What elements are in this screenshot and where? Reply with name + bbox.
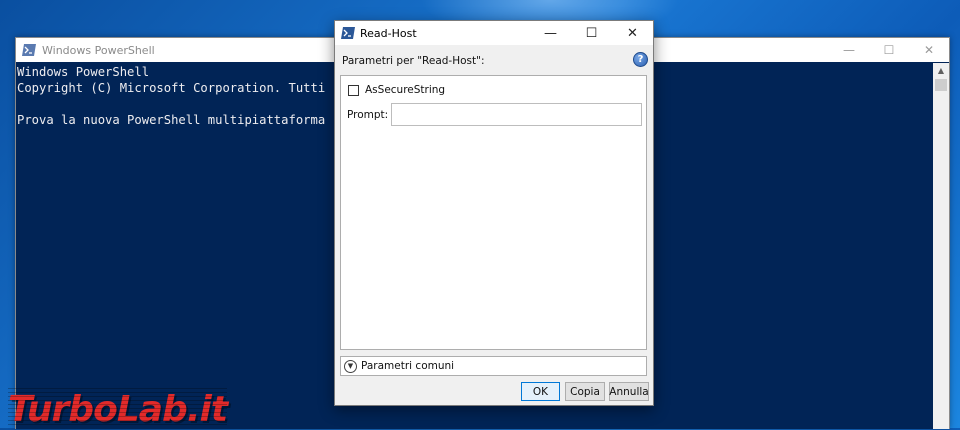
minimize-button[interactable]: — (829, 38, 869, 62)
prompt-label: Prompt: (347, 109, 389, 121)
dialog-titlebar[interactable]: Read-Host — ☐ ✕ (335, 21, 653, 45)
close-button[interactable]: ✕ (612, 21, 653, 45)
params-panel: AsSecureString Prompt: (340, 75, 647, 350)
maximize-button[interactable]: ☐ (869, 38, 909, 62)
help-icon[interactable]: ? (633, 52, 648, 67)
maximize-button[interactable]: ☐ (571, 21, 612, 45)
close-button[interactable]: ✕ (909, 38, 949, 62)
turbolab-logo: Turbo Lab.it (8, 388, 228, 430)
prompt-input[interactable] (391, 103, 642, 126)
common-params-expander[interactable]: ▼ Parametri comuni (340, 356, 647, 376)
read-host-dialog: Read-Host — ☐ ✕ Parametri per "Read-Host… (334, 20, 654, 406)
logo-text-part2: Lab.it (116, 389, 228, 430)
cancel-button[interactable]: Annulla (609, 382, 649, 401)
logo-text-part1: Turbo (8, 389, 118, 430)
copy-button[interactable]: Copia (565, 382, 605, 401)
powershell-icon (341, 27, 355, 39)
powershell-window-controls: — ☐ ✕ (829, 38, 949, 62)
common-params-label[interactable]: Parametri comuni (361, 360, 454, 372)
scrollbar-thumb[interactable] (935, 79, 947, 91)
scroll-up-arrow-icon[interactable]: ▲ (933, 63, 949, 77)
assecurestring-label[interactable]: AsSecureString (365, 84, 445, 96)
params-header: Parametri per "Read-Host": (342, 55, 485, 67)
ok-button[interactable]: OK (521, 382, 560, 401)
assecurestring-checkbox[interactable] (348, 84, 359, 96)
dialog-title: Read-Host (360, 26, 417, 40)
assecurestring-row[interactable]: AsSecureString (348, 84, 445, 96)
console-scrollbar[interactable]: ▲ (933, 63, 949, 429)
powershell-icon (22, 44, 36, 56)
minimize-button[interactable]: — (530, 21, 571, 45)
dialog-window-controls: — ☐ ✕ (530, 21, 653, 45)
powershell-window-title: Windows PowerShell (42, 43, 155, 57)
chevron-down-icon[interactable]: ▼ (344, 359, 357, 373)
